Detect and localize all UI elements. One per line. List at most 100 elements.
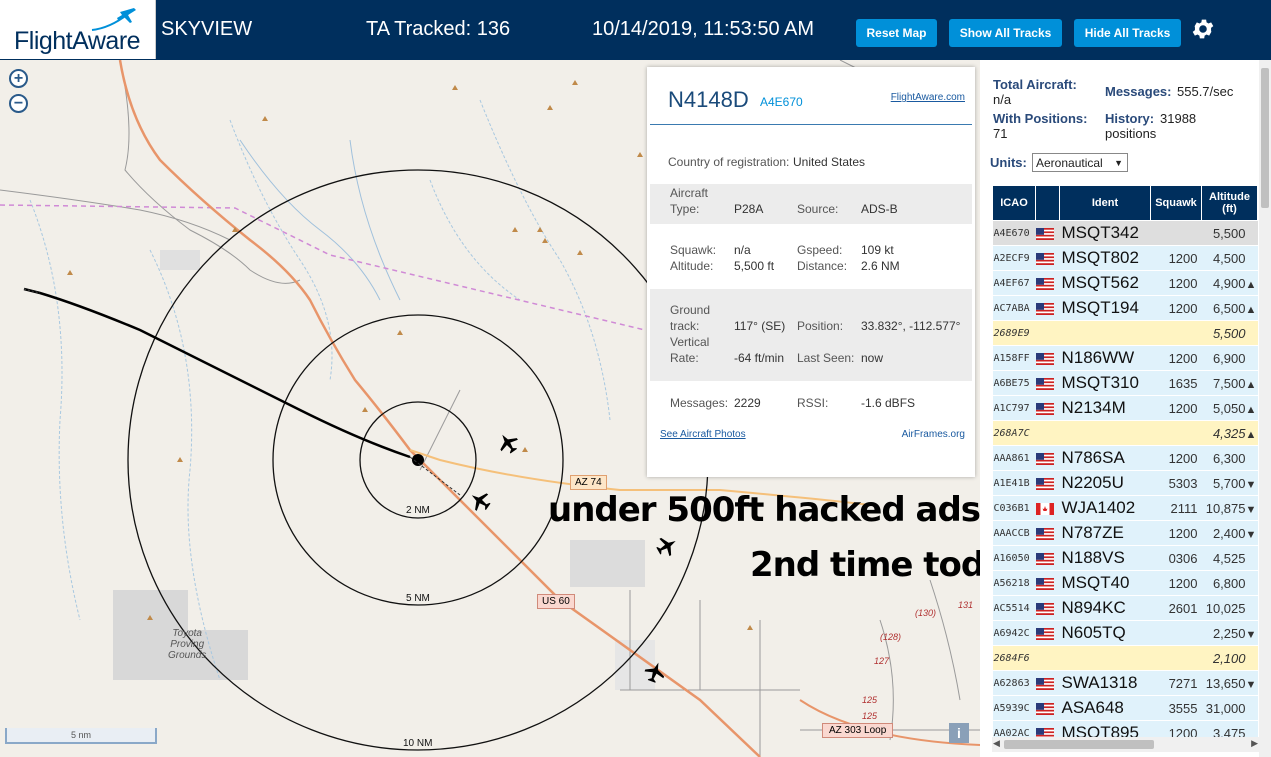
cell-ident: SWA1318 [1059, 670, 1151, 696]
table-row[interactable]: AAA861 N786SA 1200 6,300 [992, 445, 1258, 471]
table-row[interactable]: A4EF67 MSQT562 1200 4,900▲ [992, 270, 1258, 296]
cell-altitude: 6,300 [1201, 445, 1258, 471]
cell-squawk: 1635 [1150, 370, 1202, 396]
cell-icao: AC7ABA [992, 295, 1036, 321]
gear-icon[interactable] [1190, 16, 1216, 42]
altitude-value: 31,000 [1205, 700, 1246, 716]
altitude-value: 7,500 [1212, 375, 1246, 391]
aircraft-icon[interactable] [643, 660, 667, 684]
cell-icao: 2684F6 [992, 645, 1036, 671]
table-row[interactable]: 2684F6 2,100 [992, 645, 1258, 671]
table-row[interactable]: 2689E9 5,500 [992, 320, 1258, 346]
cell-altitude: 4,525 [1201, 545, 1258, 571]
range-label-10nm: 10 NM [403, 738, 433, 749]
cell-altitude: 5,500 [1201, 320, 1258, 346]
us-flag-icon [1035, 570, 1060, 596]
scale-bar: 5 nm [5, 728, 157, 744]
table-row[interactable]: 268A7C 4,325▲ [992, 420, 1258, 446]
aircraft-icon[interactable] [655, 534, 679, 558]
table-row[interactable]: AC5514 N894KC 2601 10,025 [992, 595, 1258, 621]
road-number: 125 [862, 711, 878, 721]
flightaware-logo[interactable]: FlightAware [0, 0, 156, 59]
scroll-right-arrow-icon[interactable]: ▶ [1251, 738, 1258, 749]
table-row[interactable]: A62863 SWA1318 7271 13,650▼ [992, 670, 1258, 696]
table-row[interactable]: A5939C ASA648 3555 31,000 [992, 695, 1258, 721]
cell-altitude: 10,025 [1201, 595, 1258, 621]
cell-squawk [1150, 620, 1202, 646]
vrate-value: -64 ft/min [734, 351, 785, 365]
scroll-thumb[interactable] [1004, 740, 1154, 749]
popup-hex: A4E670 [760, 95, 803, 109]
table-row[interactable]: A1E41B N2205U 5303 5,700▼ [992, 470, 1258, 496]
altitude-trend-icon: ▲ [1245, 303, 1257, 316]
vertical-scrollbar[interactable] [1259, 60, 1271, 757]
altitude-trend-icon: ▼ [1245, 678, 1257, 691]
cell-altitude: 4,500 [1201, 245, 1258, 271]
aircraft-info-popup: N4148D A4E670 FlightAware.com Country of… [647, 67, 975, 477]
cell-ident: N2205U [1059, 470, 1151, 496]
scroll-left-arrow-icon[interactable]: ◀ [993, 738, 1000, 749]
col-ident[interactable]: Ident [1059, 185, 1151, 221]
altitude-trend-icon: ▼ [1245, 478, 1257, 491]
horizontal-scrollbar[interactable]: ◀ ▶ [992, 737, 1259, 752]
with-positions-value: 71 [993, 126, 1008, 141]
col-squawk[interactable]: Squawk [1150, 185, 1202, 221]
cell-icao: C036B1 [992, 495, 1036, 521]
cell-ident: MSQT802 [1059, 245, 1151, 271]
airframes-link[interactable]: AirFrames.org [902, 429, 965, 440]
reset-map-button[interactable]: Reset Map [856, 19, 937, 47]
table-row[interactable]: AAACCB N787ZE 1200 2,400▼ [992, 520, 1258, 546]
table-row[interactable]: C036B1 WJA1402 2111 10,875▼ [992, 495, 1258, 521]
table-row[interactable]: AC7ABA MSQT194 1200 6,500▲ [992, 295, 1258, 321]
cell-icao: A1C797 [992, 395, 1036, 421]
zoom-in-button[interactable]: + [9, 69, 28, 88]
source-label: Source: [797, 202, 839, 216]
cell-squawk [1150, 420, 1202, 446]
aircraft-photos-link[interactable]: See Aircraft Photos [660, 429, 746, 440]
cell-ident: MSQT342 [1059, 220, 1151, 246]
tracked-count: TA Tracked: 136 [366, 18, 511, 40]
table-row[interactable]: A6942C N605TQ 2,250▼ [992, 620, 1258, 646]
cell-icao: A62863 [992, 670, 1036, 696]
selected-aircraft-icon[interactable] [468, 489, 492, 513]
history-unit: positions [1105, 126, 1157, 141]
cell-squawk: 5303 [1150, 470, 1202, 496]
lastseen-label: Last Seen: [797, 351, 855, 365]
col-altitude[interactable]: Altitude (ft) [1201, 185, 1258, 221]
col-flag[interactable] [1035, 185, 1060, 221]
table-row[interactable]: A56218 MSQT40 1200 6,800 [992, 570, 1258, 596]
units-select[interactable]: Aeronautical ▼ [1032, 153, 1128, 172]
datetime: 10/14/2019, 11:53:50 AM [592, 18, 815, 40]
table-row[interactable]: A158FF N186WW 1200 6,900 [992, 345, 1258, 371]
show-all-tracks-button[interactable]: Show All Tracks [949, 19, 1062, 47]
track-label: Ground [670, 303, 711, 317]
flightaware-link[interactable]: FlightAware.com [891, 92, 965, 103]
receiver-station [412, 454, 424, 466]
table-row[interactable]: A1C797 N2134M 1200 5,050▲ [992, 395, 1258, 421]
aircraft-table-body: A4E670 MSQT342 5,500 A2ECF9 MSQT802 1200 4,500… [992, 220, 1258, 746]
aircraft-icon[interactable] [496, 431, 520, 455]
popup-registration: N4148D [668, 87, 749, 112]
cell-icao: A6BE75 [992, 370, 1036, 396]
cell-squawk: 1200 [1150, 270, 1202, 296]
table-row[interactable]: A4E670 MSQT342 5,500 [992, 220, 1258, 246]
gspeed-value: 109 kt [861, 243, 894, 257]
squawk-value: n/a [734, 243, 751, 257]
zoom-out-button[interactable]: − [9, 94, 28, 113]
road-label-az303: AZ 303 Loop [822, 723, 894, 738]
table-row[interactable]: A6BE75 MSQT310 1635 7,500▲ [992, 370, 1258, 396]
us-flag-icon [1035, 595, 1060, 621]
scroll-thumb[interactable] [1261, 68, 1269, 208]
info-button[interactable]: i [949, 723, 969, 743]
col-icao[interactable]: ICAO [992, 185, 1036, 221]
altitude-value: 4,525 [1212, 550, 1246, 566]
cell-icao: A2ECF9 [992, 245, 1036, 271]
hide-all-tracks-button[interactable]: Hide All Tracks [1074, 19, 1181, 47]
history-label: History: [1105, 111, 1155, 126]
cell-altitude: 31,000 [1201, 695, 1258, 721]
cell-ident: N188VS [1059, 545, 1151, 571]
table-row[interactable]: A16050 N188VS 0306 4,525 [992, 545, 1258, 571]
table-row[interactable]: A2ECF9 MSQT802 1200 4,500 [992, 245, 1258, 271]
position-label: Position: [797, 319, 844, 333]
logo-text: FlightAware [14, 27, 141, 55]
